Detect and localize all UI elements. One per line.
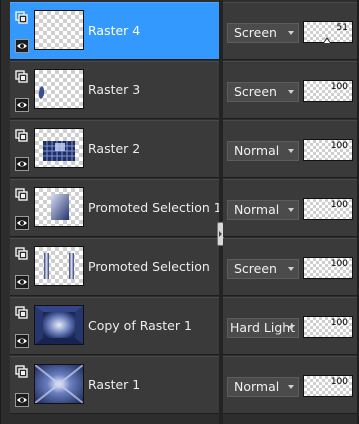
layer-thumbnail-grid[interactable] <box>34 128 84 168</box>
eye-icon[interactable] <box>15 157 29 171</box>
layer-properties-row: Screen 100 <box>223 238 359 296</box>
layer-row[interactable]: Promoted Selection <box>10 238 219 296</box>
layer-group-icon[interactable] <box>15 306 29 320</box>
blend-mode-value: Screen <box>234 84 277 99</box>
layer-properties-row: Normal 100 <box>223 356 359 414</box>
layer-row[interactable]: Copy of Raster 1 <box>10 297 219 355</box>
chevron-down-icon <box>288 326 294 330</box>
opacity-slider-thumb[interactable] <box>323 37 331 43</box>
layer-properties-row: Screen 51 <box>223 2 359 60</box>
blend-mode-dropdown[interactable]: Screen <box>227 259 299 279</box>
chevron-down-icon <box>288 31 294 35</box>
blend-mode-dropdown[interactable]: Hard Light <box>227 318 299 338</box>
eye-icon[interactable] <box>15 334 29 348</box>
opacity-slider[interactable]: 100 <box>303 139 353 161</box>
opacity-value: 100 <box>330 82 348 92</box>
chevron-down-icon <box>288 267 294 271</box>
layer-thumbnail-cross[interactable] <box>34 364 84 404</box>
layer-toggle-column <box>11 357 33 415</box>
layer-toggle-column <box>11 239 33 297</box>
opacity-value: 100 <box>330 377 348 387</box>
blend-mode-dropdown[interactable]: Screen <box>227 23 299 43</box>
blend-mode-value: Screen <box>234 25 277 40</box>
layer-thumbnail-checker[interactable] <box>34 10 84 50</box>
layer-name[interactable]: Raster 1 <box>88 377 140 392</box>
layer-name[interactable]: Promoted Selection <box>88 259 210 274</box>
chevron-down-icon <box>288 208 294 212</box>
eye-icon[interactable] <box>15 98 29 112</box>
blend-mode-value: Normal <box>234 379 280 394</box>
layer-group-icon[interactable] <box>15 365 29 379</box>
layer-properties-row: Hard Light 100 <box>223 297 359 355</box>
opacity-slider[interactable]: 100 <box>303 375 353 397</box>
eye-icon[interactable] <box>15 39 29 53</box>
blend-mode-dropdown[interactable]: Normal <box>227 141 299 161</box>
opacity-value: 100 <box>330 318 348 328</box>
layer-thumbnail-frame[interactable] <box>34 305 84 345</box>
layer-group-icon[interactable] <box>15 129 29 143</box>
layer-row[interactable]: Promoted Selection 1 <box>10 179 222 238</box>
blend-mode-value: Normal <box>234 202 280 217</box>
layer-properties-row: Screen 100 <box>223 61 359 119</box>
layer-name[interactable]: Copy of Raster 1 <box>88 318 192 333</box>
chevron-down-icon <box>288 149 294 153</box>
layer-thumbnail-blob[interactable] <box>34 69 84 109</box>
layer-list: Raster 4 Raster 3 Raster 2 Promoted Sele… <box>10 2 222 422</box>
layer-thumbnail-square[interactable] <box>34 187 84 227</box>
opacity-slider[interactable]: 100 <box>303 257 353 279</box>
opacity-value: 100 <box>330 200 348 210</box>
opacity-value: 51 <box>336 23 348 33</box>
layer-properties-row: Normal 100 <box>223 179 359 237</box>
eye-icon[interactable] <box>15 393 29 407</box>
layer-thumbnail-bars[interactable] <box>34 246 84 286</box>
opacity-value: 100 <box>330 259 348 269</box>
layer-toggle-column <box>11 121 33 179</box>
blend-mode-dropdown[interactable]: Normal <box>227 377 299 397</box>
layers-palette: Raster 4 Raster 3 Raster 2 Promoted Sele… <box>0 0 359 424</box>
layer-row[interactable]: Raster 3 <box>10 61 219 119</box>
layer-row[interactable]: Raster 2 <box>10 120 219 178</box>
layer-row[interactable]: Raster 1 <box>10 356 219 414</box>
layer-toggle-column <box>11 298 33 356</box>
opacity-slider[interactable]: 100 <box>303 198 353 220</box>
layer-toggle-column <box>11 3 33 61</box>
layer-properties-column: Screen 51 Screen 100 Normal 100 Normal 1… <box>223 2 359 422</box>
chevron-down-icon <box>288 90 294 94</box>
opacity-slider[interactable]: 100 <box>303 80 353 102</box>
blend-mode-value: Screen <box>234 261 277 276</box>
blend-mode-value: Hard Light <box>230 320 296 335</box>
layer-properties-row: Normal 100 <box>223 120 359 178</box>
eye-icon[interactable] <box>15 216 29 230</box>
chevron-down-icon <box>288 385 294 389</box>
layer-toggle-column <box>11 180 33 238</box>
layer-row[interactable]: Raster 4 <box>10 2 219 60</box>
layer-group-icon[interactable] <box>15 70 29 84</box>
opacity-value: 100 <box>330 141 348 151</box>
blend-mode-value: Normal <box>234 143 280 158</box>
layer-name[interactable]: Raster 4 <box>88 23 140 38</box>
layer-group-icon[interactable] <box>15 11 29 25</box>
layer-group-icon[interactable] <box>15 247 29 261</box>
layer-name[interactable]: Promoted Selection 1 <box>88 200 222 215</box>
blend-mode-dropdown[interactable]: Screen <box>227 82 299 102</box>
layer-name[interactable]: Raster 3 <box>88 82 140 97</box>
layer-group-icon[interactable] <box>15 188 29 202</box>
blend-mode-dropdown[interactable]: Normal <box>227 200 299 220</box>
eye-icon[interactable] <box>15 275 29 289</box>
layer-name[interactable]: Raster 2 <box>88 141 140 156</box>
layer-toggle-column <box>11 62 33 120</box>
opacity-slider[interactable]: 100 <box>303 316 353 338</box>
opacity-slider[interactable]: 51 <box>303 21 353 43</box>
